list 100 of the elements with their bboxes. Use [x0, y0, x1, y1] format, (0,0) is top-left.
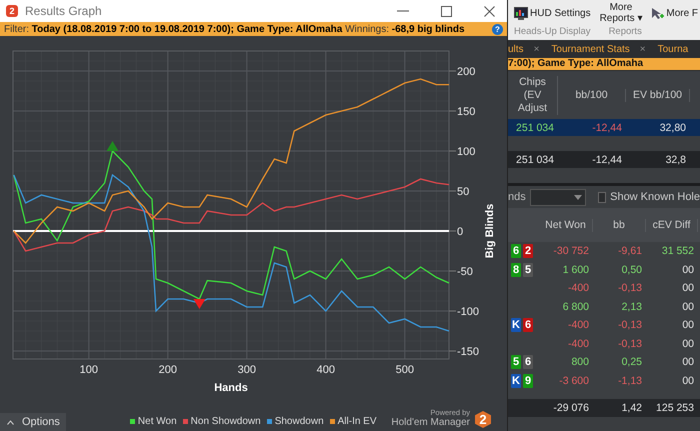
y-axis-title: Big Blinds [484, 204, 496, 258]
table-cell-text: -400 [566, 319, 590, 332]
caret-icon [7, 420, 14, 424]
table-cell-text: 00 [681, 319, 695, 332]
playing-card: 6 [511, 244, 521, 258]
table-cell-text: -0,13 [617, 319, 643, 332]
summary-row[interactable]: 251 034 -12,44 32,8 [508, 151, 700, 168]
y-tick-label: 150 [448, 106, 476, 118]
hands-label: nds [508, 191, 526, 203]
low-marker-icon [193, 299, 206, 309]
playing-card: 5 [523, 262, 533, 277]
table-cell-text: -0,13 [617, 338, 643, 350]
y-tick-label: 100 [448, 146, 476, 158]
x-axis-title: Hands [214, 382, 248, 394]
y-tick-label: 50 [448, 186, 470, 198]
y-tick-label: -150 [448, 346, 480, 358]
x-tick-label: 100 [80, 364, 98, 376]
report-tab[interactable]: ults × [508, 44, 540, 54]
report-tab[interactable]: Tourna [658, 44, 688, 54]
more-reports-button[interactable]: More Reports ▾ [600, 2, 642, 24]
column-header[interactable]: bb [593, 218, 646, 232]
table-cell-text: 1 600 [562, 264, 590, 276]
y-tick-label: 50 [457, 186, 470, 198]
minimize-icon[interactable] [397, 10, 409, 12]
summary-row[interactable]: 251 034 -12,44 32,80 [508, 119, 700, 136]
product-name: Hold'em Manager [391, 417, 470, 428]
table-cell-text: 00 [681, 374, 695, 387]
hud-settings-button[interactable]: HUD Settings [514, 6, 591, 20]
product-logo: 2 [475, 411, 491, 428]
x-tick-label: 200 [158, 364, 177, 376]
table-cell-text: 32,8 [664, 154, 687, 166]
playing-card: K [511, 318, 521, 332]
playing-card: 5 [511, 355, 521, 370]
x-tick-label: 400 [316, 364, 335, 376]
table-cell-text: 6 800 [562, 300, 590, 313]
monitor-icon [514, 6, 528, 20]
playing-card: 8 [511, 262, 521, 277]
table-cell-text: -9,61 [617, 245, 643, 258]
y-tick-label: 150 [457, 106, 476, 118]
y-tick-label: -50 [448, 266, 473, 278]
window-title: Results Graph [25, 4, 102, 18]
maximize-icon[interactable] [441, 6, 452, 16]
legend-label: Net Won [138, 416, 177, 427]
column-header[interactable]: Net Won [539, 218, 593, 232]
ribbon-group-label: Reports [608, 26, 642, 37]
table-cell-text: 251 034 [515, 122, 555, 134]
legend-label: Non Showdown [190, 416, 261, 427]
y-tick-label: 200 [457, 66, 476, 78]
total-cell-text: 1,42 [620, 402, 643, 414]
table-cell-text: -0,13 [617, 282, 643, 294]
y-tick-label: -150 [457, 346, 480, 358]
checkbox-label: Show Known Hole [610, 191, 700, 203]
checkbox[interactable] [598, 192, 606, 202]
table-cell-text: 0,25 [620, 356, 643, 368]
table-cell-text: 00 [681, 264, 695, 276]
column-header[interactable]: cEV Diff [646, 218, 698, 232]
y-tick-label: 0 [457, 226, 464, 238]
more-button[interactable]: More F [651, 6, 698, 20]
dropdown-arrow-icon [574, 194, 582, 200]
table-cell-text: 251 034 [515, 154, 555, 166]
playing-card: 2 [523, 244, 533, 258]
table-cell-text: 00 [681, 300, 695, 313]
table-cell-text: -3 600 [558, 374, 590, 387]
table-cell-text: -12,44 [591, 122, 623, 134]
cursor-plus-icon [651, 6, 664, 20]
y-tick-label: 200 [448, 66, 476, 78]
report-tab[interactable]: Tournament Stats × [551, 44, 646, 54]
table-cell-text: 0,50 [620, 264, 643, 276]
x-tick-label: 500 [396, 364, 414, 376]
column-header[interactable]: bb/100 [558, 88, 626, 102]
playing-card: 9 [523, 374, 533, 388]
legend-label: All-In EV [338, 416, 377, 427]
y-tick-label: -100 [457, 306, 480, 318]
table-cell-text: 800 [570, 356, 590, 368]
y-tick-label: -50 [457, 266, 473, 278]
x-tick-label: 300 [238, 364, 256, 376]
ribbon-group-label: Heads-Up Display [514, 26, 591, 37]
y-tick-label: 0 [448, 226, 464, 238]
app-logo: 2 [6, 5, 18, 17]
filter-text: 7:00); Game Type: AllOmaha [508, 58, 700, 70]
table-cell-text: 00 [681, 338, 695, 350]
close-tab-icon[interactable]: × [534, 44, 540, 54]
table-cell-text: 00 [681, 356, 695, 368]
table-cell-text: -30 752 [552, 245, 590, 258]
column-header[interactable]: EV bb/100 [626, 88, 690, 102]
playing-card: 6 [523, 318, 533, 332]
table-cell-text: 2,13 [620, 300, 643, 313]
playing-card: K [511, 374, 521, 388]
help-button[interactable]: ? [492, 24, 503, 34]
close-icon[interactable] [484, 6, 495, 16]
table-cell-text: 00 [681, 282, 695, 294]
options-button[interactable]: Options [0, 413, 66, 431]
close-tab-icon[interactable]: × [640, 44, 646, 54]
table-cell-text: 31 552 [660, 245, 695, 258]
column-header[interactable]: Chips (EV Adjust [508, 76, 558, 114]
table-cell-text: -12,44 [591, 154, 623, 166]
legend-label: Showdown [274, 416, 324, 427]
table-cell-text: -1,13 [617, 374, 643, 387]
total-cell-text: 125 253 [655, 402, 695, 414]
y-tick-label: 100 [457, 146, 476, 158]
